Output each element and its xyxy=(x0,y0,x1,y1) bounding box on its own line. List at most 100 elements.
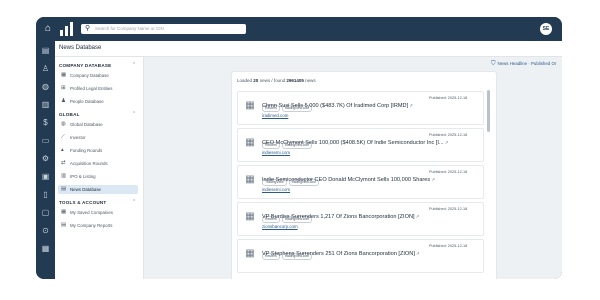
globe-icon: ◍ xyxy=(61,121,66,127)
sidebar-item-global-database[interactable]: ◍ Global Database xyxy=(58,120,138,129)
building-icon: ▦ xyxy=(245,174,255,185)
investor-icon: ⟋ xyxy=(61,134,65,140)
dollar-icon[interactable]: $ xyxy=(40,117,51,128)
chevron-up-icon[interactable]: ⌃ xyxy=(132,111,136,117)
sidebar-item-funding-rounds[interactable]: ▴ Funding Rounds xyxy=(58,146,138,155)
news-list-panel: Loaded 20 news / found 2961405 news ▦ Re… xyxy=(231,71,497,279)
logo[interactable] xyxy=(60,22,74,36)
app-window: ⌂ ⚲ Search for Company Name or CIN SE ▤ … xyxy=(36,17,562,279)
ipo-icon: ▥ xyxy=(61,173,67,179)
home-icon[interactable]: ⌂ xyxy=(42,23,54,35)
content-area: News Database COMPANY DATABASE ⌃ ▦ Compa… xyxy=(55,41,562,279)
funding-icon: ▴ xyxy=(61,147,64,153)
external-link-icon[interactable]: ↗ xyxy=(416,214,420,219)
search-placeholder: Search for Company Name or CIN xyxy=(95,26,164,31)
news-headline[interactable]: VP Stephens Surrenders 251 Of Zions Banc… xyxy=(262,251,420,257)
page-title: News Database xyxy=(59,45,102,51)
news-headline[interactable]: Chmn Susi Sells 5,000 ($483.7K) Of Iradi… xyxy=(262,103,413,109)
news-headline[interactable]: VP Burdiss Surrenders 1,217 Of Zions Ban… xyxy=(262,214,419,220)
news-card[interactable]: ▦ Reuters tradingview.com Published: 2025… xyxy=(237,128,484,162)
chart-icon[interactable]: ▥ xyxy=(40,99,51,110)
sidebar-item-my-company-reports[interactable]: ▤ My Company Reports xyxy=(58,221,138,230)
reports-icon: ▤ xyxy=(61,222,67,228)
sidebar-item-news-database[interactable]: ▤ News Database xyxy=(58,185,138,194)
file-icon[interactable]: ▢ xyxy=(40,207,51,218)
filter-label: News Headline · Published Or xyxy=(497,61,557,66)
settings-icon[interactable]: ⚙ xyxy=(40,153,51,164)
results-found: 2961405 xyxy=(286,78,304,83)
sidebar-item-investor[interactable]: ⟋ Investor xyxy=(58,133,138,142)
location-icon[interactable]: ⊙ xyxy=(40,225,51,236)
dashboard-icon[interactable]: ▤ xyxy=(40,45,51,56)
sidebar-item-label: Company Database xyxy=(70,73,109,78)
search-input[interactable]: ⚲ Search for Company Name or CIN xyxy=(81,24,246,34)
briefcase-icon[interactable]: ▣ xyxy=(40,171,51,182)
acquisition-icon: ⇄ xyxy=(61,160,66,166)
building-icon: ▦ xyxy=(245,100,255,111)
news-source-link[interactable]: iradimed.com xyxy=(262,113,288,118)
external-link-icon[interactable]: ↗ xyxy=(409,103,413,108)
section-company-database: COMPANY DATABASE xyxy=(59,63,112,68)
published-date: Published: 2025-12-18 xyxy=(429,133,468,137)
scrollbar[interactable] xyxy=(487,90,490,132)
news-card[interactable]: ▦ TradingView tradingview.com Published: … xyxy=(237,165,484,199)
saved-icon: ▦ xyxy=(61,209,67,215)
section-tools-account: TOOLS & ACCOUNT xyxy=(59,200,107,205)
sidebar-item-label: Profiled Legal Entities xyxy=(70,86,113,91)
published-date: Published: 2025-12-18 xyxy=(429,244,468,248)
results-middle: news / found xyxy=(259,78,286,83)
sidebar-item-company-database[interactable]: ▦ Company Database xyxy=(58,71,138,80)
sidebar: COMPANY DATABASE ⌃ ▦ Company Database ⊞ … xyxy=(55,57,144,279)
sidebar-item-acquisition-rounds[interactable]: ⇄ Acquisition Rounds xyxy=(58,159,138,168)
sidebar-item-my-saved-companies[interactable]: ▦ My Saved Companies xyxy=(58,208,138,217)
lock-icon[interactable]: ▦ xyxy=(40,243,51,254)
news-card[interactable]: ▦ Reuters tradingview.com Published: 2025… xyxy=(237,202,484,236)
sidebar-item-profiled-legal-entities[interactable]: ⊞ Profiled Legal Entities xyxy=(58,84,138,93)
avatar[interactable]: SE xyxy=(540,23,552,35)
building-icon: ▦ xyxy=(245,211,255,222)
headline-text: Chmn Susi Sells 5,000 ($483.7K) Of Iradi… xyxy=(262,103,409,109)
document-icon[interactable]: ▭ xyxy=(40,135,51,146)
external-link-icon[interactable]: ↗ xyxy=(416,251,420,256)
news-card[interactable]: ▦ Reuters tradingview.com Published: 2025… xyxy=(237,239,484,273)
sidebar-item-label: IPO & Listing xyxy=(70,174,96,179)
filter-toggle[interactable]: ⛉ News Headline · Published Or xyxy=(491,61,556,68)
news-card[interactable]: ▦ Reuters tradingview.com Published: 2025… xyxy=(237,91,484,125)
building-icon: ▦ xyxy=(61,72,67,78)
sidebar-item-label: Investor xyxy=(70,135,86,140)
search-icon: ⚲ xyxy=(85,25,91,32)
news-headline[interactable]: Indie Semiconductor CEO Donald McClymont… xyxy=(262,177,435,183)
news-headline[interactable]: CEO McClymont Sells 100,000 ($408.5K) Of… xyxy=(262,140,448,146)
sidebar-item-label: News Database xyxy=(70,187,101,192)
sidebar-item-label: My Saved Companies xyxy=(70,210,113,215)
sidebar-item-label: Funding Rounds xyxy=(70,148,103,153)
results-count: Loaded 20 news / found 2961405 news xyxy=(237,78,316,83)
news-source-link[interactable]: indiesemi.com xyxy=(262,187,290,192)
headline-text: Indie Semiconductor CEO Donald McClymont… xyxy=(262,177,431,183)
sidebar-item-label: Acquisition Rounds xyxy=(70,161,108,166)
title-bar: News Database xyxy=(55,41,562,57)
sidebar-item-people-database[interactable]: ♟ People Database xyxy=(58,97,138,106)
news-source-link[interactable]: indiesemi.com xyxy=(262,150,290,155)
headline-text: VP Stephens Surrenders 251 Of Zions Banc… xyxy=(262,251,415,257)
published-date: Published: 2025-12-18 xyxy=(429,207,468,211)
results-suffix: news xyxy=(305,78,316,83)
main-panel: ⛉ News Headline · Published Or Loaded 20 … xyxy=(144,57,562,279)
external-link-icon[interactable]: ↗ xyxy=(445,140,449,145)
published-date: Published: 2025-12-18 xyxy=(429,96,468,100)
people-icon: ♟ xyxy=(61,98,66,104)
news-source-link[interactable]: zionsbancorp.com xyxy=(262,224,298,229)
sidebar-item-ipo-listing[interactable]: ▥ IPO & Listing xyxy=(58,172,138,181)
external-link-icon[interactable]: ↗ xyxy=(431,177,435,182)
section-global: GLOBAL xyxy=(59,112,80,117)
chevron-up-icon[interactable]: ⌃ xyxy=(132,62,136,68)
globe-icon[interactable]: ◍ xyxy=(40,81,51,92)
chevron-up-icon[interactable]: ⌃ xyxy=(132,199,136,205)
user-icon[interactable]: ♙ xyxy=(40,63,51,74)
clipboard-icon[interactable]: ▯ xyxy=(40,189,51,200)
published-date: Published: 2025-12-18 xyxy=(429,170,468,174)
headline-text: CEO McClymont Sells 100,000 ($408.5K) Of… xyxy=(262,140,444,146)
icon-rail: ▤ ♙ ◍ ▥ $ ▭ ⚙ ▣ ▯ ▢ ⊙ ▦ xyxy=(36,41,55,279)
top-bar: ⌂ ⚲ Search for Company Name or CIN SE xyxy=(36,17,562,41)
filter-icon: ⛉ xyxy=(491,61,496,67)
